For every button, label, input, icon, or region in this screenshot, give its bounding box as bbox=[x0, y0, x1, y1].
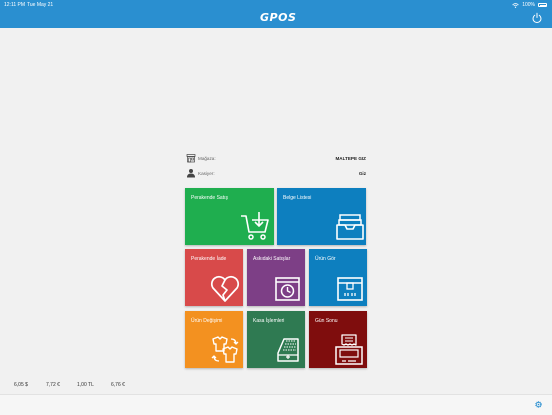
battery-percent: 100% bbox=[522, 2, 535, 8]
store-row: Mağaza: MALTEPE GIZ bbox=[186, 152, 366, 164]
wifi-icon bbox=[512, 2, 519, 8]
cashier-row: Kasiyer: Giz bbox=[186, 167, 366, 179]
broken-heart-icon bbox=[210, 275, 240, 302]
tile-product-view-label: Ürün Gör bbox=[315, 256, 336, 262]
tile-document-list[interactable]: Belge Listesi bbox=[277, 188, 366, 245]
store-label: Mağaza: bbox=[198, 155, 216, 161]
tile-product-view[interactable]: Ürün Gör bbox=[309, 249, 367, 306]
receipt-printer-icon bbox=[335, 334, 363, 365]
currency-eur: 7,72 € bbox=[46, 382, 60, 388]
package-box-icon bbox=[337, 277, 363, 301]
tile-product-exchange[interactable]: Ürün Değişimi bbox=[185, 311, 243, 368]
tile-pending-sales-label: Askıdaki Satışlar bbox=[253, 256, 291, 262]
battery-icon bbox=[538, 3, 547, 7]
store-value: MALTEPE GIZ bbox=[335, 155, 366, 161]
tile-pending-sales[interactable]: Askıdaki Satışlar bbox=[247, 249, 305, 306]
tile-retail-return[interactable]: Perakende İade bbox=[185, 249, 243, 306]
status-time: 12:11 PM bbox=[4, 2, 26, 8]
tile-retail-sale[interactable]: Perakende Satış bbox=[185, 188, 274, 245]
currency-usd: 6,05 $ bbox=[14, 382, 28, 388]
cart-icon bbox=[241, 212, 269, 240]
shirt-exchange-icon bbox=[211, 336, 239, 363]
store-icon bbox=[186, 154, 196, 163]
status-bar: 12:11 PM Tue May 21 100% bbox=[0, 0, 552, 9]
inbox-tray-icon bbox=[336, 214, 364, 240]
cashier-label: Kasiyer: bbox=[198, 170, 215, 176]
cashier-value: Giz bbox=[358, 170, 366, 176]
power-icon[interactable] bbox=[531, 12, 543, 24]
bottom-bar bbox=[0, 394, 552, 415]
tile-end-of-day[interactable]: Gün Sonu bbox=[309, 311, 367, 368]
gear-icon[interactable] bbox=[534, 400, 543, 409]
clock-box-icon bbox=[275, 277, 300, 301]
cash-register-icon bbox=[277, 338, 299, 362]
tile-end-of-day-label: Gün Sonu bbox=[315, 318, 338, 324]
tile-product-exchange-label: Ürün Değişimi bbox=[191, 318, 223, 324]
tile-retail-sale-label: Perakende Satış bbox=[191, 195, 228, 201]
currency-bar: 6,05 $ 7,72 € 1,00 TL 6,76 € bbox=[0, 378, 552, 392]
status-date: Tue May 21 bbox=[27, 2, 54, 8]
currency-eur-2: 6,76 € bbox=[111, 382, 125, 388]
status-right: 100% bbox=[512, 2, 547, 8]
app-logo: GPOS bbox=[260, 11, 297, 24]
tile-cash-operations[interactable]: Kasa İşlemleri bbox=[247, 311, 305, 368]
user-icon bbox=[187, 169, 195, 178]
tile-cash-operations-label: Kasa İşlemleri bbox=[253, 318, 285, 324]
tile-retail-return-label: Perakende İade bbox=[191, 256, 227, 262]
currency-tl: 1,00 TL bbox=[77, 382, 94, 388]
tile-document-list-label: Belge Listesi bbox=[283, 195, 312, 201]
